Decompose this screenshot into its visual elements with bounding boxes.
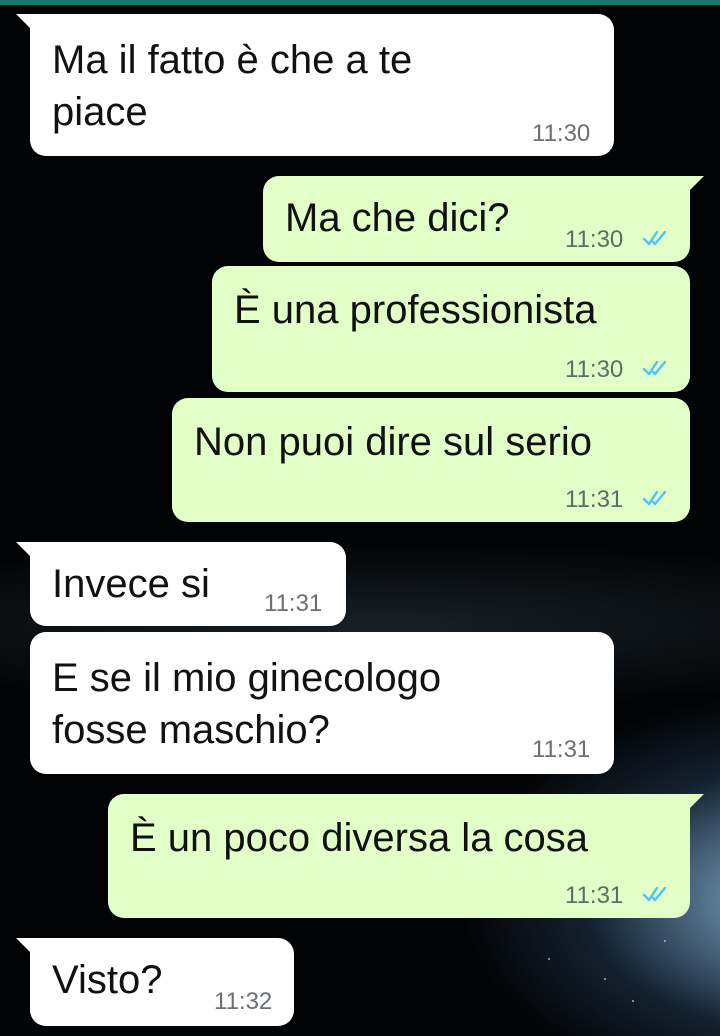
message-text: E se il mio ginecologo — [52, 656, 442, 700]
message-bubble-outgoing[interactable]: È una professionista 11:30 — [212, 266, 690, 392]
message-text: fosse maschio? — [52, 708, 330, 752]
message-timestamp: 11:31 — [532, 736, 591, 763]
top-app-bar-edge — [0, 0, 720, 5]
read-double-check-icon — [642, 230, 667, 246]
message-timestamp: 11:30 — [565, 356, 624, 383]
message-bubble-outgoing[interactable]: Ma che dici? 11:30 — [263, 176, 704, 262]
message-timestamp: 11:32 — [214, 988, 273, 1015]
star — [548, 958, 550, 960]
message-timestamp: 11:31 — [264, 590, 323, 617]
message-text: Invece si — [52, 562, 210, 606]
message-bubble-outgoing[interactable]: È un poco diversa la cosa 11:31 — [108, 794, 704, 918]
message-text: Ma che dici? — [285, 196, 510, 240]
read-double-check-icon — [642, 886, 667, 902]
message-timestamp: 11:30 — [565, 226, 624, 253]
message-timestamp: 11:31 — [565, 486, 624, 513]
read-double-check-icon — [642, 360, 667, 376]
message-text: È un poco diversa la cosa — [130, 816, 589, 860]
message-text: Visto? — [52, 958, 163, 1002]
star — [632, 1000, 634, 1002]
message-bubble-outgoing[interactable]: Non puoi dire sul serio 11:31 — [172, 398, 690, 522]
star — [664, 940, 666, 942]
message-bubble-incoming[interactable]: Visto? 11:32 — [16, 938, 294, 1026]
message-bubble-incoming[interactable]: Invece si 11:31 — [16, 542, 346, 626]
message-text: Ma il fatto è che a te — [52, 38, 413, 82]
read-double-check-icon — [642, 490, 667, 506]
message-bubble-incoming[interactable]: E se il mio ginecologo fosse maschio? 11… — [30, 632, 614, 774]
message-timestamp: 11:30 — [532, 120, 591, 147]
star — [604, 978, 606, 980]
message-text: È una professionista — [234, 288, 597, 332]
message-timestamp: 11:31 — [565, 882, 624, 909]
message-bubble-incoming[interactable]: Ma il fatto è che a te piace 11:30 — [16, 14, 614, 156]
message-text: Non puoi dire sul serio — [194, 420, 592, 464]
message-text: piace — [52, 90, 148, 134]
